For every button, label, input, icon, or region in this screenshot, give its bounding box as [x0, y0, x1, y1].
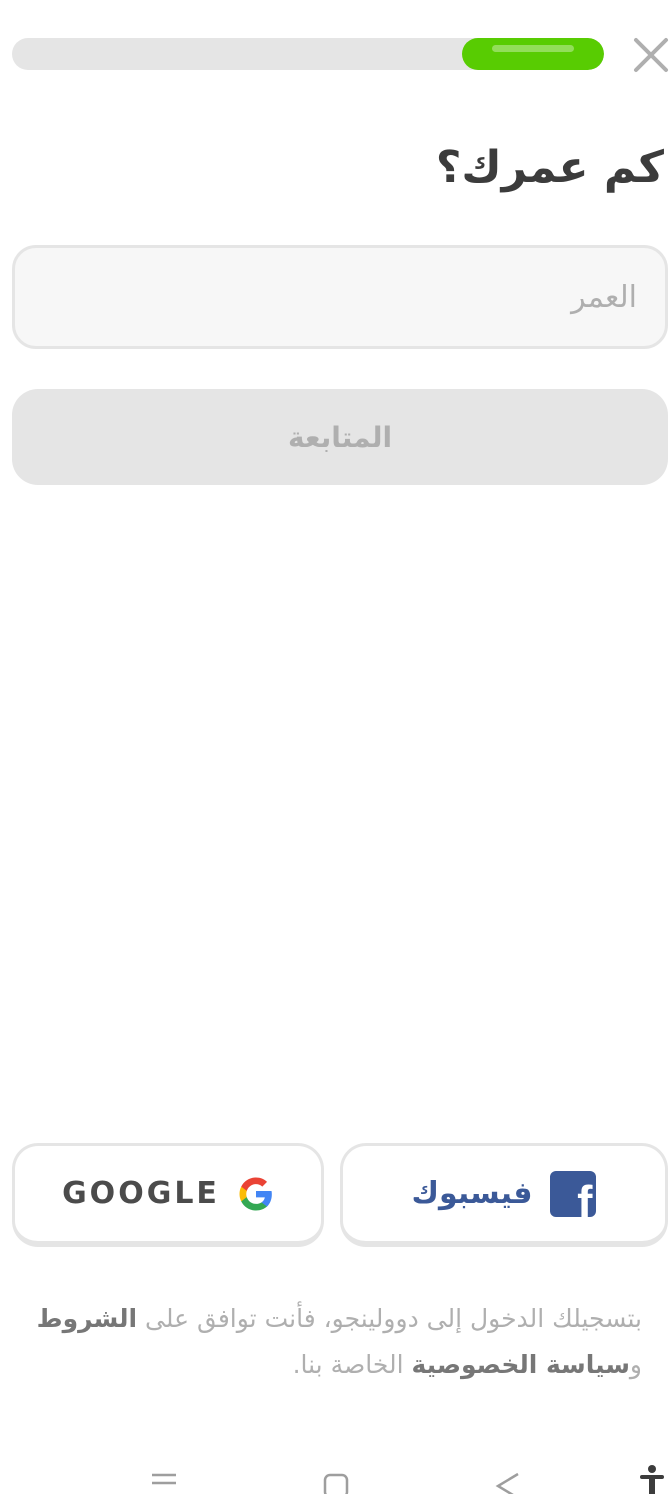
terms-link[interactable]: الشروط	[37, 1304, 137, 1333]
progress-bar-fill	[461, 38, 604, 70]
facebook-icon: f	[550, 1170, 597, 1217]
progress-bar-highlight	[491, 45, 574, 52]
legal-and: و	[629, 1350, 642, 1379]
recent-apps-icon[interactable]	[150, 1472, 178, 1494]
legal-notice: بتسجيلك الدخول إلى دوولينجو، فأنت توافق …	[30, 1296, 642, 1388]
continue-button[interactable]: المتابعة	[12, 389, 668, 485]
progress-bar	[12, 38, 604, 70]
facebook-label: فيسبوك	[411, 1176, 533, 1211]
privacy-policy-link[interactable]: سياسة الخصوصية	[411, 1350, 629, 1379]
system-navigation-bar	[0, 1462, 672, 1494]
legal-prefix: بتسجيلك الدخول إلى دوولينجو، فأنت توافق …	[145, 1304, 642, 1333]
google-login-button[interactable]: GOOGLE	[12, 1143, 324, 1247]
age-screen: كم عمرك؟ المتابعة GOOGLE فيسبوك f بتسجيل…	[0, 0, 672, 1494]
google-g-icon	[239, 1177, 272, 1210]
close-button[interactable]	[628, 32, 672, 78]
google-label: GOOGLE	[62, 1176, 220, 1211]
facebook-login-button[interactable]: فيسبوك f	[340, 1143, 668, 1247]
close-icon	[634, 38, 668, 72]
accessibility-icon[interactable]	[638, 1464, 666, 1494]
back-icon[interactable]	[494, 1472, 522, 1494]
legal-suffix: الخاصة بنا.	[292, 1350, 404, 1379]
age-input[interactable]	[12, 245, 668, 349]
home-icon[interactable]	[322, 1472, 350, 1494]
page-title: كم عمرك؟	[435, 142, 664, 193]
